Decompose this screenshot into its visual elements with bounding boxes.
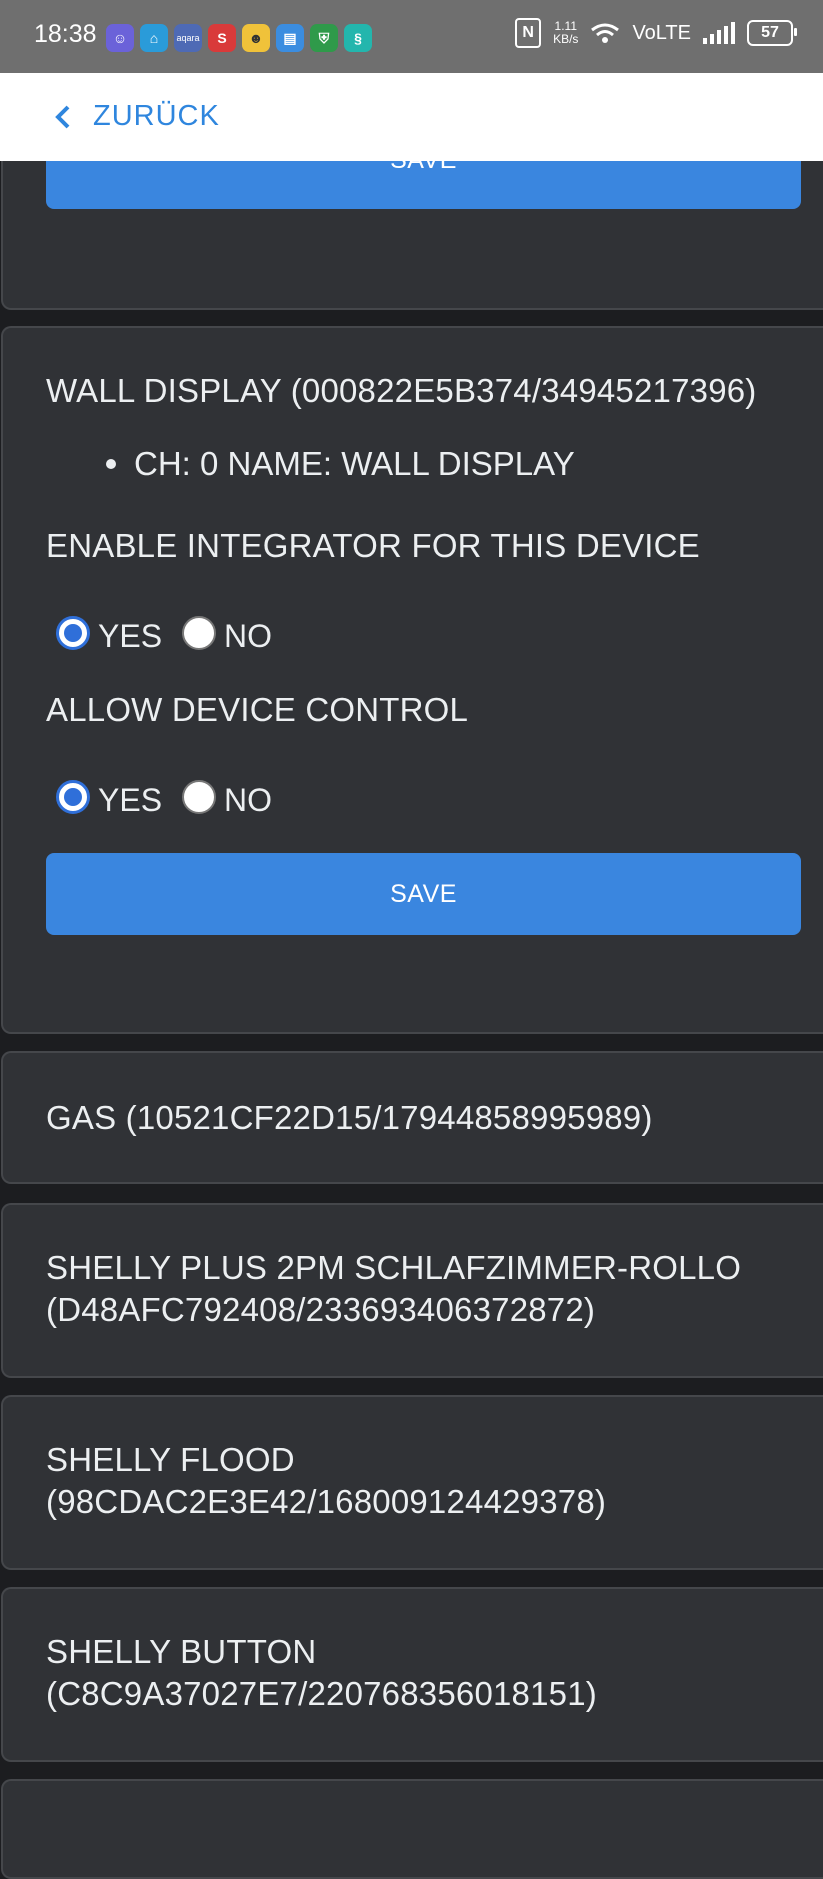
nfc-icon: N — [515, 18, 542, 48]
integrator-radio-group: YES NO — [56, 610, 292, 655]
integrator-yes-label[interactable]: YES — [98, 618, 162, 655]
integrator-no-label[interactable]: NO — [224, 618, 272, 655]
control-no-radio[interactable] — [182, 779, 217, 814]
home-app-icon: ⌂ — [140, 24, 168, 52]
device-title-shelly-plus-2pm[interactable]: SHELLY PLUS 2PM SCHLAFZIMMER-ROLLO (D48A… — [46, 1247, 741, 1331]
s-app-icon: S — [208, 24, 236, 52]
signal-icon — [703, 22, 735, 44]
integrator-no-radio[interactable] — [182, 615, 217, 650]
chat-app-icon: ☻ — [242, 24, 270, 52]
chevron-left-icon[interactable] — [52, 103, 74, 131]
device-name: SHELLY FLOOD — [46, 1441, 295, 1478]
channel-list-item: CH: 0 NAME: WALL DISPLAY — [106, 445, 575, 483]
device-name: SHELLY PLUS 2PM SCHLAFZIMMER-ROLLO — [46, 1249, 742, 1286]
device-id: (C8C9A37027E7/220768356018151) — [46, 1675, 597, 1712]
back-button[interactable]: ZURÜCK — [93, 100, 220, 133]
device-control-radio-group: YES NO — [56, 774, 292, 819]
shield-app-icon: ⛨ — [310, 24, 338, 52]
clipboard-app-icon: ▤ — [276, 24, 304, 52]
control-no-label[interactable]: NO — [224, 782, 272, 819]
wifi-icon — [590, 22, 620, 44]
status-right: N 1.11 KB/s VoLTE 57 — [515, 18, 797, 48]
aqara-icon: aqara — [174, 24, 202, 52]
app-header: ZURÜCK — [0, 73, 823, 161]
notification-icons: ☺ ⌂ aqara S ☻ ▤ ⛨ § — [106, 24, 372, 52]
integrator-yes-radio[interactable] — [56, 615, 90, 650]
teams-icon: ☺ — [106, 24, 134, 52]
s-circle-app-icon: § — [344, 24, 372, 52]
status-bar: 18:38 ☺ ⌂ aqara S ☻ ▤ ⛨ § N 1.11 KB/s Vo… — [0, 0, 823, 73]
integrator-label: ENABLE INTEGRATOR FOR THIS DEVICE — [46, 527, 700, 564]
bullet-icon — [106, 459, 116, 469]
channel-label: CH: 0 NAME: WALL DISPLAY — [134, 445, 575, 482]
control-yes-radio[interactable] — [56, 779, 90, 814]
speed-value: 1.11 — [554, 19, 577, 33]
battery-icon: 57 — [747, 20, 797, 46]
device-id: (D48AFC792408/233693406372872) — [46, 1291, 596, 1328]
device-title-shelly-button[interactable]: SHELLY BUTTON (C8C9A37027E7/220768356018… — [46, 1631, 597, 1715]
device-id: (98CDAC2E3E42/168009124429378) — [46, 1483, 607, 1520]
device-card-next[interactable] — [1, 1779, 823, 1879]
network-speed: 1.11 KB/s — [553, 20, 578, 46]
device-name: SHELLY BUTTON — [46, 1633, 317, 1670]
status-time: 18:38 — [34, 20, 97, 48]
network-label: VoLTE — [632, 21, 691, 44]
control-yes-label[interactable]: YES — [98, 782, 162, 819]
device-title-shelly-flood[interactable]: SHELLY FLOOD (98CDAC2E3E42/1680091244293… — [46, 1439, 606, 1523]
device-title-gas[interactable]: GAS (10521CF22D15/17944858995989) — [46, 1097, 653, 1139]
device-control-label: ALLOW DEVICE CONTROL — [46, 691, 469, 728]
save-button-wall-display[interactable]: SAVE — [46, 853, 801, 935]
device-title-wall-display: WALL DISPLAY (000822E5B374/34945217396) — [46, 372, 757, 409]
speed-unit: KB/s — [553, 32, 579, 46]
